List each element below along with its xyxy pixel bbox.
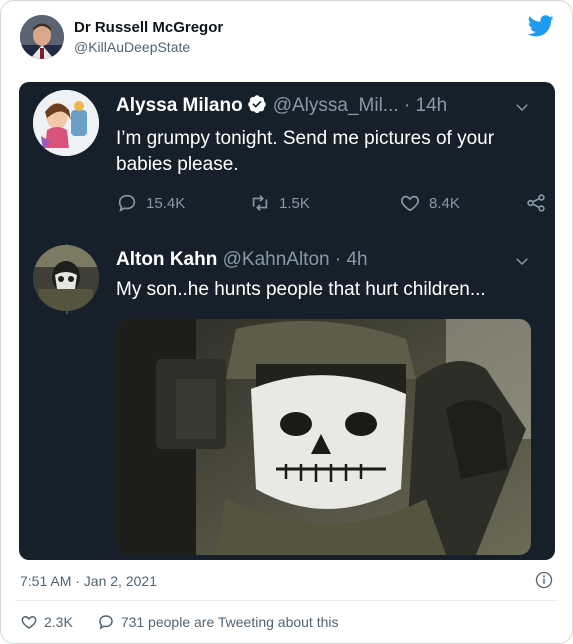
divider bbox=[15, 600, 558, 601]
reply-avatar[interactable] bbox=[33, 245, 99, 311]
twitter-bird-icon[interactable] bbox=[528, 15, 554, 37]
reply-count: 15.4K bbox=[146, 194, 186, 212]
reply-tweet-text: My son..he hunts people that hurt childr… bbox=[116, 279, 486, 300]
reply-icon bbox=[118, 194, 136, 213]
quoted-tweet-header: Alyssa Milano @Alyssa_Mil... · 14h bbox=[116, 94, 447, 117]
reply-time[interactable]: 4h bbox=[346, 249, 367, 270]
quoted-author-handle[interactable]: @Alyssa_Mil... bbox=[273, 95, 399, 116]
reply-author-handle[interactable]: @KahnAlton bbox=[223, 249, 330, 270]
tweet-footer: 2.3K 731 people are Tweeting about this bbox=[20, 613, 339, 631]
share-icon bbox=[527, 194, 545, 212]
quoted-avatar[interactable] bbox=[33, 90, 99, 156]
quoted-tweet-text: I’m grumpy tonight. Send me pictures of … bbox=[116, 128, 495, 175]
info-icon[interactable] bbox=[535, 571, 553, 589]
tweet-timestamp[interactable]: 7:51 AM · Jan 2, 2021 bbox=[20, 573, 157, 589]
separator-dot: · bbox=[403, 95, 411, 116]
chevron-down-icon[interactable] bbox=[513, 98, 531, 116]
retweet-icon bbox=[252, 195, 268, 211]
reply-media-image[interactable] bbox=[116, 319, 531, 555]
quoted-time[interactable]: 14h bbox=[416, 95, 448, 116]
like-icon[interactable] bbox=[20, 613, 38, 631]
reply-icon[interactable] bbox=[97, 613, 115, 631]
reply-action[interactable]: 15.4K bbox=[116, 192, 185, 214]
embedded-screenshot: Alyssa Milano @Alyssa_Mil... · 14h I’m gr… bbox=[19, 82, 555, 560]
footer-like-count: 2.3K bbox=[44, 614, 73, 630]
author-name[interactable]: Dr Russell McGregor bbox=[74, 19, 223, 36]
quoted-actions: 15.4K 1.5K 8.4K bbox=[116, 192, 545, 216]
tweeting-about-link[interactable]: 731 people are Tweeting about this bbox=[121, 614, 339, 630]
like-icon bbox=[401, 195, 419, 212]
retweet-action[interactable]: 1.5K bbox=[249, 192, 310, 214]
like-action[interactable]: 8.4K bbox=[399, 192, 460, 214]
reply-author-name[interactable]: Alton Kahn bbox=[116, 249, 217, 270]
quoted-author-name[interactable]: Alyssa Milano bbox=[116, 95, 243, 116]
author-avatar[interactable] bbox=[20, 15, 64, 59]
retweet-count: 1.5K bbox=[279, 194, 310, 212]
chevron-down-icon[interactable] bbox=[513, 252, 531, 270]
verified-badge-icon bbox=[247, 95, 266, 114]
reply-tweet-header: Alton Kahn @KahnAlton · 4h bbox=[116, 249, 368, 271]
separator-dot: · bbox=[334, 249, 342, 270]
author-handle[interactable]: @KillAuDeepState bbox=[74, 39, 190, 55]
like-count: 8.4K bbox=[429, 194, 460, 212]
share-action[interactable] bbox=[525, 192, 547, 214]
tweet-card: Dr Russell McGregor @KillAuDeepState Aly… bbox=[0, 0, 573, 644]
